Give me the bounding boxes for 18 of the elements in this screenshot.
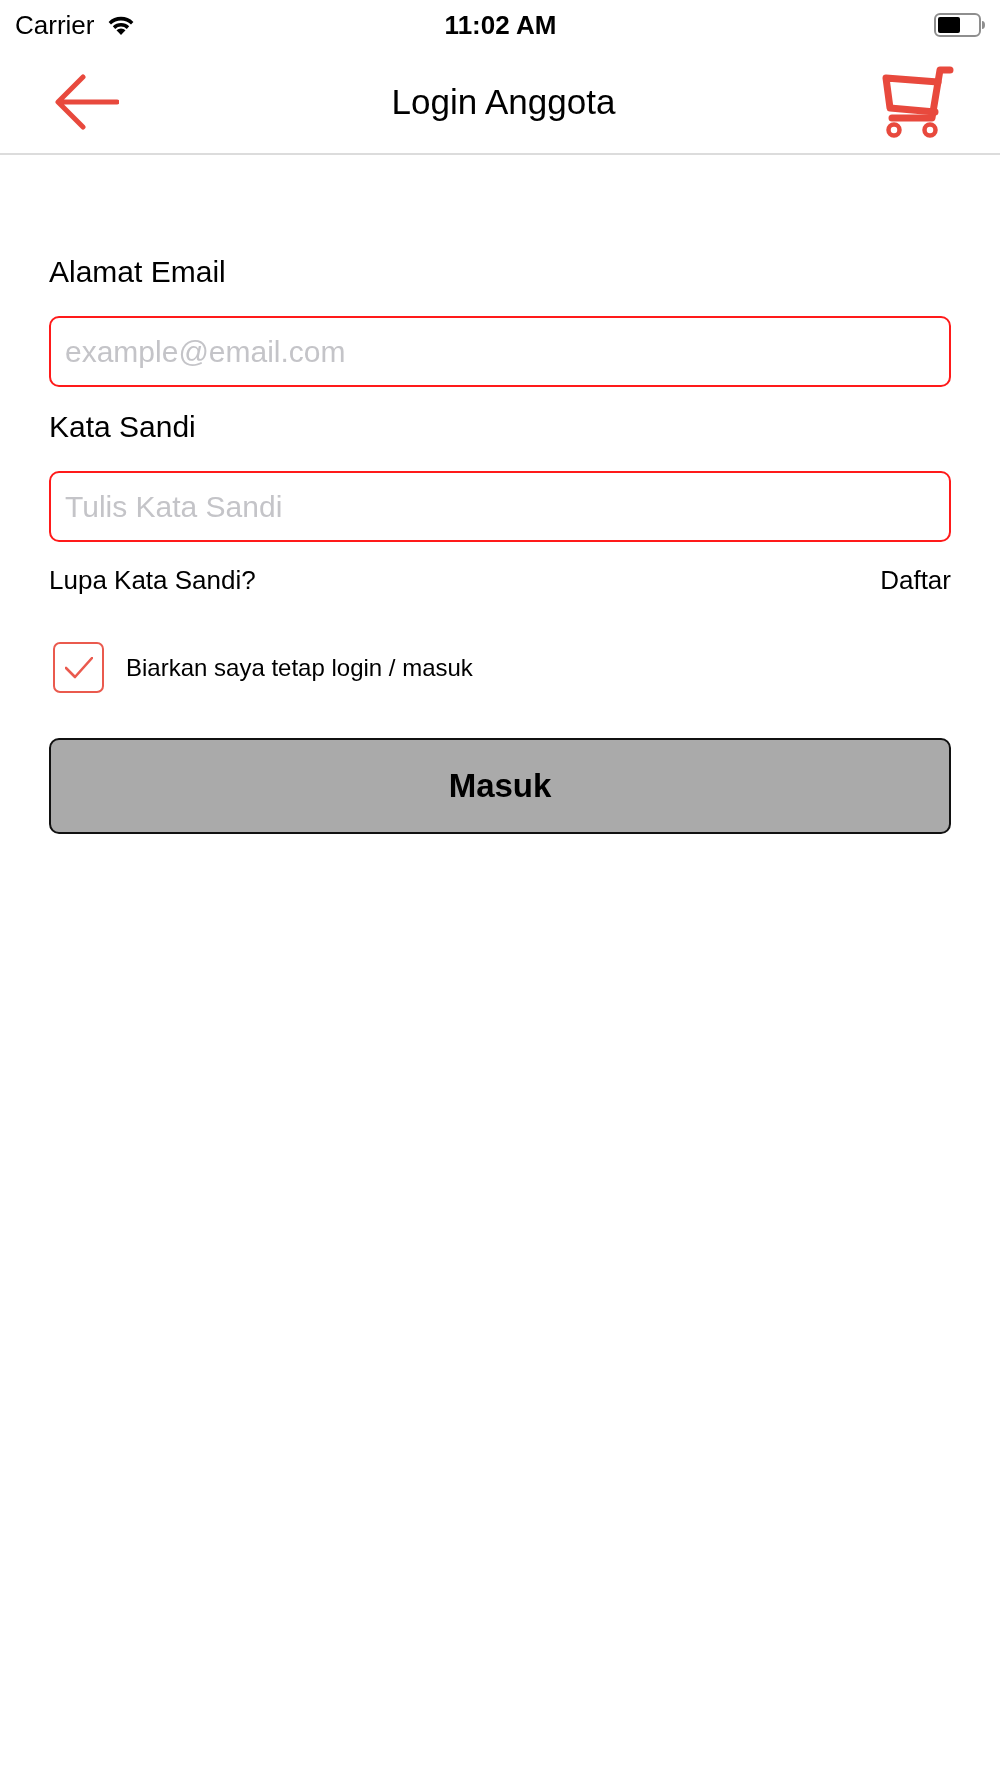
back-arrow-icon bbox=[53, 73, 119, 130]
page-title: Login Anggota bbox=[391, 81, 616, 122]
cart-icon bbox=[880, 65, 954, 138]
battery-icon bbox=[934, 13, 986, 37]
checkbox-label: Biarkan saya tetap login / masuk bbox=[126, 653, 473, 682]
login-button[interactable]: Masuk bbox=[49, 738, 951, 834]
input-field[interactable]: example@email.com bbox=[49, 316, 951, 387]
checkmark-icon bbox=[64, 656, 93, 679]
field-label: Alamat Email bbox=[49, 254, 226, 290]
cart-button[interactable] bbox=[880, 65, 954, 138]
status-time: 11:02 AM bbox=[444, 9, 557, 41]
back-button[interactable] bbox=[53, 73, 119, 130]
forgot-password-link[interactable]: Lupa Kata Sandi? bbox=[49, 565, 256, 595]
checkbox[interactable] bbox=[53, 642, 104, 693]
register-link[interactable]: Daftar bbox=[880, 565, 951, 595]
input-field[interactable]: Tulis Kata Sandi bbox=[49, 471, 951, 542]
carrier-name: Carrier bbox=[15, 9, 95, 41]
field-label: Kata Sandi bbox=[49, 409, 196, 445]
